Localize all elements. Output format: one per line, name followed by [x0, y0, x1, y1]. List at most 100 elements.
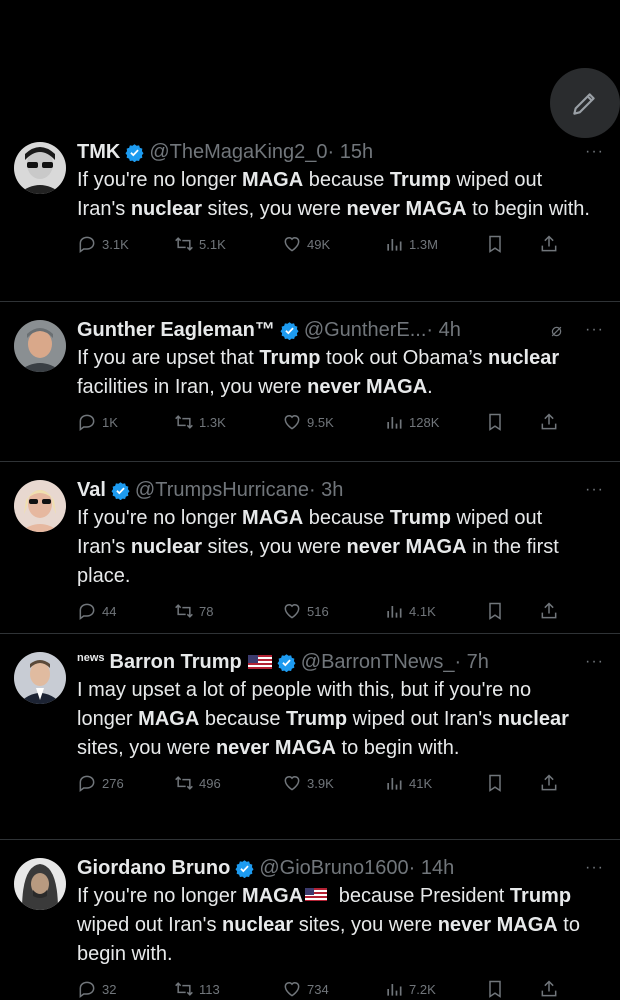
avatar[interactable]: [14, 320, 66, 372]
tweet-actions: 32 113 734 7.2K: [77, 979, 590, 1000]
tweet-time[interactable]: · 4h: [426, 319, 460, 342]
user-handle[interactable]: @TheMagaKing2_0: [149, 141, 327, 164]
tweet[interactable]: Giordano Bruno @GioBruno1600 · 14h ··· I…: [0, 840, 620, 1000]
tweet-header: Gunther Eagleman™ @GuntherE... · 4h ⌀ ··…: [77, 316, 603, 344]
more-icon[interactable]: ···: [585, 143, 604, 161]
reply-button[interactable]: 3.1K: [77, 234, 129, 254]
tweet-header: TMK @TheMagaKing2_0 · 15h ···: [77, 138, 603, 166]
retweet-button[interactable]: 78: [174, 601, 213, 621]
reply-icon: [79, 414, 95, 431]
heart-icon: [284, 604, 300, 619]
share-button[interactable]: [539, 773, 559, 793]
views-button[interactable]: 41K: [384, 773, 432, 793]
tweet[interactable]: Gunther Eagleman™ @GuntherE... · 4h ⌀ ··…: [0, 302, 620, 462]
heart-icon: [284, 776, 300, 791]
views-count: 4.1K: [409, 603, 436, 619]
like-count: 516: [307, 603, 329, 619]
display-name[interactable]: Giordano Bruno: [77, 857, 230, 880]
retweet-button[interactable]: 496: [174, 773, 221, 793]
reply-button[interactable]: 1K: [77, 412, 118, 432]
like-button[interactable]: 9.5K: [282, 412, 334, 432]
more-icon[interactable]: ···: [585, 481, 604, 499]
like-button[interactable]: 516: [282, 601, 329, 621]
share-button[interactable]: [539, 234, 559, 254]
tweet[interactable]: TMK @TheMagaKing2_0 · 15h ··· If you're …: [0, 130, 620, 302]
reply-count: 1K: [102, 414, 118, 430]
tweet-actions: 276 496 3.9K 41K: [77, 773, 590, 803]
like-button[interactable]: 3.9K: [282, 773, 334, 793]
views-button[interactable]: 7.2K: [384, 979, 436, 999]
bookmark-icon: [489, 413, 501, 431]
compose-button[interactable]: [550, 68, 620, 138]
share-button[interactable]: [539, 601, 559, 621]
views-count: 1.3M: [409, 236, 438, 252]
reply-button[interactable]: 44: [77, 601, 116, 621]
bookmark-button[interactable]: [485, 601, 505, 621]
tweet-time[interactable]: · 7h: [454, 651, 488, 674]
bookmark-button[interactable]: [485, 412, 505, 432]
reply-button[interactable]: 32: [77, 979, 116, 999]
user-handle[interactable]: @BarronTNews_: [301, 651, 455, 674]
verified-badge-icon: [277, 653, 296, 672]
verified-badge-icon: [280, 321, 299, 340]
avatar[interactable]: [14, 480, 66, 532]
tweet-header: Val @TrumpsHurricane · 3h ···: [77, 476, 603, 504]
verified-badge-icon: [235, 859, 254, 878]
display-name[interactable]: Gunther Eagleman™: [77, 319, 275, 342]
more-icon[interactable]: ···: [585, 653, 604, 671]
share-button[interactable]: [539, 979, 559, 999]
tweet-text: If you are upset that Trump took out Oba…: [77, 347, 560, 398]
tweet-time[interactable]: · 15h: [328, 141, 374, 164]
user-handle[interactable]: @GioBruno1600: [259, 857, 408, 880]
retweet-count: 113: [199, 981, 220, 997]
retweet-icon: [175, 604, 193, 618]
verified-badge-icon: [125, 143, 144, 162]
grok-icon[interactable]: ⌀: [551, 320, 562, 341]
like-button[interactable]: 49K: [282, 234, 330, 254]
retweet-button[interactable]: 5.1K: [174, 234, 226, 254]
display-name[interactable]: Val: [77, 479, 106, 502]
like-button[interactable]: 734: [282, 979, 329, 999]
tweet-feed: TMK @TheMagaKing2_0 · 15h ··· If you're …: [0, 130, 620, 1000]
views-button[interactable]: 128K: [384, 412, 439, 432]
user-handle[interactable]: @GuntherE...: [304, 319, 427, 342]
heart-icon: [284, 982, 300, 997]
timeline-screen: TMK @TheMagaKing2_0 · 15h ··· If you're …: [0, 0, 620, 1000]
tweet-time[interactable]: · 14h: [409, 857, 455, 880]
display-name[interactable]: TMK: [77, 141, 120, 164]
tweet-actions: 3.1K 5.1K 49K 1.3M: [77, 234, 590, 264]
more-icon[interactable]: ···: [585, 859, 604, 877]
verified-badge-icon: [111, 481, 130, 500]
user-handle[interactable]: @TrumpsHurricane: [135, 479, 309, 502]
bookmark-button[interactable]: [485, 234, 505, 254]
us-flag-emoji: [247, 655, 272, 669]
like-count: 734: [307, 981, 329, 997]
avatar[interactable]: [14, 142, 66, 194]
share-icon: [541, 774, 557, 791]
avatar[interactable]: [14, 652, 66, 704]
reply-button[interactable]: 276: [77, 773, 124, 793]
views-icon: [387, 778, 402, 790]
more-icon[interactable]: ···: [585, 321, 604, 339]
avatar[interactable]: [14, 858, 66, 910]
views-button[interactable]: 1.3M: [384, 234, 438, 254]
heart-icon: [284, 237, 300, 252]
share-icon: [541, 602, 557, 619]
tweet[interactable]: news Barron Trump @BarronTNews_ · 7h ···…: [0, 634, 620, 840]
display-name[interactable]: Barron Trump: [110, 651, 242, 674]
views-button[interactable]: 4.1K: [384, 601, 436, 621]
tweet[interactable]: Val @TrumpsHurricane · 3h ··· If you're …: [0, 462, 620, 634]
reply-icon: [79, 981, 95, 998]
views-icon: [387, 417, 402, 429]
views-count: 41K: [409, 775, 433, 791]
bookmark-button[interactable]: [485, 773, 505, 793]
retweet-button[interactable]: 1.3K: [174, 412, 226, 432]
retweet-count: 5.1K: [199, 236, 226, 252]
news-label: news: [77, 652, 105, 664]
bookmark-icon: [489, 980, 501, 998]
bookmark-button[interactable]: [485, 979, 505, 999]
tweet-actions: 44 78 516 4.1K: [77, 601, 590, 631]
tweet-time[interactable]: · 3h: [309, 479, 343, 502]
share-button[interactable]: [539, 412, 559, 432]
retweet-button[interactable]: 113: [174, 979, 220, 999]
